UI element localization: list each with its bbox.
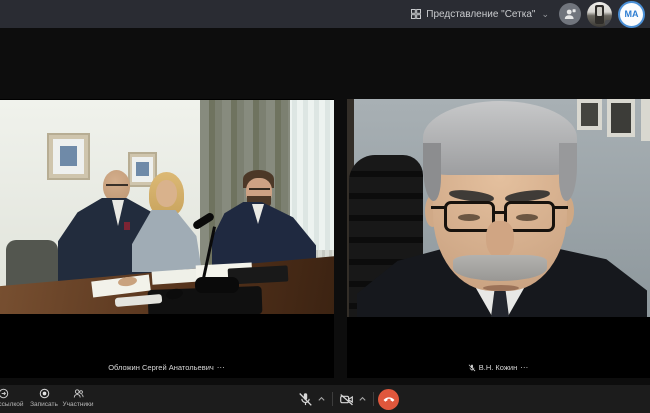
man-hair-side-right bbox=[559, 143, 577, 201]
person1-pocket-square bbox=[124, 222, 130, 230]
man-mouth-shadow bbox=[483, 285, 519, 291]
man-hair-side-left bbox=[423, 143, 441, 201]
man-mustache bbox=[453, 255, 547, 281]
participant-avatar-silhouette[interactable] bbox=[559, 3, 581, 25]
wall-frame-2 bbox=[607, 99, 635, 137]
end-call-button[interactable] bbox=[378, 389, 399, 410]
view-mode-button[interactable]: Представление "Сетка" ⌄ bbox=[411, 9, 549, 20]
chevron-up-icon bbox=[358, 395, 367, 403]
share-link-icon bbox=[0, 388, 9, 399]
chevron-down-icon: ⌄ bbox=[541, 9, 549, 20]
participant-avatar-photo[interactable] bbox=[587, 2, 612, 27]
microphone-base bbox=[195, 277, 239, 293]
user-avatar-initials[interactable]: МА bbox=[618, 1, 645, 28]
mic-muted-icon bbox=[298, 392, 313, 407]
person1-glasses bbox=[106, 184, 128, 190]
toolbar-divider bbox=[373, 392, 374, 406]
chevron-up-icon bbox=[317, 395, 326, 403]
participants-label: Участники bbox=[62, 401, 93, 408]
more-options-icon[interactable]: ⋯ bbox=[520, 363, 529, 372]
picture-art-large bbox=[60, 146, 77, 166]
video-tile-left[interactable]: Обложин Сергей Анатольевич ⋯ bbox=[0, 99, 334, 378]
mic-badge-icon bbox=[605, 20, 612, 27]
photo-highlight bbox=[597, 7, 602, 16]
meeting-window: Представление "Сетка" ⌄ МА bbox=[0, 0, 650, 413]
participants-button[interactable]: Участники bbox=[55, 388, 101, 408]
man-glasses-bridge bbox=[493, 211, 506, 214]
picture-art-small bbox=[136, 162, 149, 176]
camera-muted-icon bbox=[339, 392, 354, 407]
video-options-chevron[interactable] bbox=[356, 393, 369, 405]
person-icon bbox=[563, 7, 577, 21]
left-video-feed bbox=[0, 100, 334, 314]
avatar-initials: МА bbox=[625, 9, 639, 19]
record-icon bbox=[39, 388, 50, 399]
man-glasses-temple-left bbox=[431, 206, 446, 209]
mute-mic-button[interactable] bbox=[296, 390, 315, 409]
participants-icon bbox=[73, 388, 84, 399]
participant-name-label: В.Н. Кожин ⋯ bbox=[347, 363, 650, 372]
person3-glasses bbox=[249, 188, 270, 194]
end-call-icon bbox=[382, 392, 396, 406]
bottom-toolbar: ссылкой Записать Участники bbox=[0, 385, 650, 413]
stop-video-button[interactable] bbox=[337, 390, 356, 409]
mic-muted-icon bbox=[468, 364, 476, 372]
top-bar: Представление "Сетка" ⌄ МА bbox=[0, 0, 650, 28]
participant-name: Обложин Сергей Анатольевич bbox=[108, 363, 214, 372]
man-eye-left bbox=[458, 214, 480, 221]
toolbar-divider bbox=[332, 392, 333, 406]
man-hair bbox=[423, 101, 577, 175]
wall-frame-1 bbox=[577, 99, 602, 130]
person2-face bbox=[156, 180, 177, 207]
participant-name-label: Обложин Сергей Анатольевич ⋯ bbox=[0, 363, 334, 372]
grid-view-icon bbox=[411, 9, 421, 19]
record-label: Записать bbox=[30, 401, 58, 408]
more-options-icon[interactable]: ⋯ bbox=[217, 363, 226, 372]
video-tile-right[interactable]: В.Н. Кожин ⋯ bbox=[347, 99, 650, 378]
man-nose bbox=[486, 221, 514, 259]
man-glasses-temple-right bbox=[553, 206, 568, 209]
mic-options-chevron[interactable] bbox=[315, 393, 328, 405]
wall-frame-3-partial bbox=[641, 99, 650, 141]
man-eye-right bbox=[516, 214, 538, 221]
view-mode-label: Представление "Сетка" bbox=[426, 9, 535, 20]
participant-name: В.Н. Кожин bbox=[479, 363, 517, 372]
right-video-feed bbox=[347, 99, 650, 317]
share-link-label: ссылкой bbox=[0, 401, 24, 408]
